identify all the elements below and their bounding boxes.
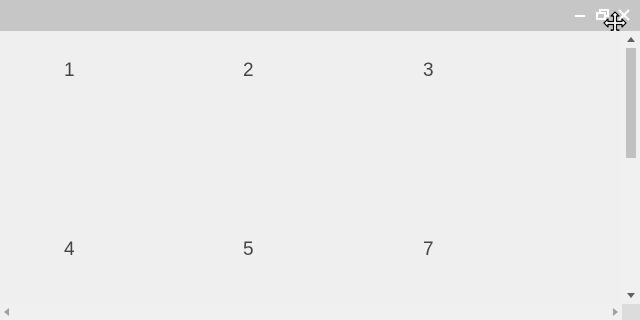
scroll-right-arrow-icon[interactable] xyxy=(613,308,618,316)
grid-cell[interactable]: 7 xyxy=(423,239,434,261)
scrollbar-corner xyxy=(622,304,640,320)
grid-cell[interactable]: 5 xyxy=(243,239,254,261)
vertical-scroll-thumb[interactable] xyxy=(626,48,636,158)
minimize-icon xyxy=(575,15,585,17)
grid-cell[interactable]: 1 xyxy=(64,60,75,82)
grid-content-area: 1 2 3 4 5 7 xyxy=(0,31,622,304)
grid-cell[interactable]: 3 xyxy=(423,60,434,82)
grid-cell[interactable]: 4 xyxy=(64,239,75,261)
scroll-down-arrow-icon[interactable] xyxy=(627,293,635,298)
vertical-scrollbar[interactable] xyxy=(622,31,640,304)
scroll-up-arrow-icon[interactable] xyxy=(627,37,635,42)
horizontal-scrollbar[interactable] xyxy=(0,304,622,320)
minimize-button[interactable] xyxy=(573,8,587,22)
scroll-left-arrow-icon[interactable] xyxy=(4,308,9,316)
grid-cell[interactable]: 2 xyxy=(243,60,254,82)
title-bar[interactable] xyxy=(0,0,640,31)
